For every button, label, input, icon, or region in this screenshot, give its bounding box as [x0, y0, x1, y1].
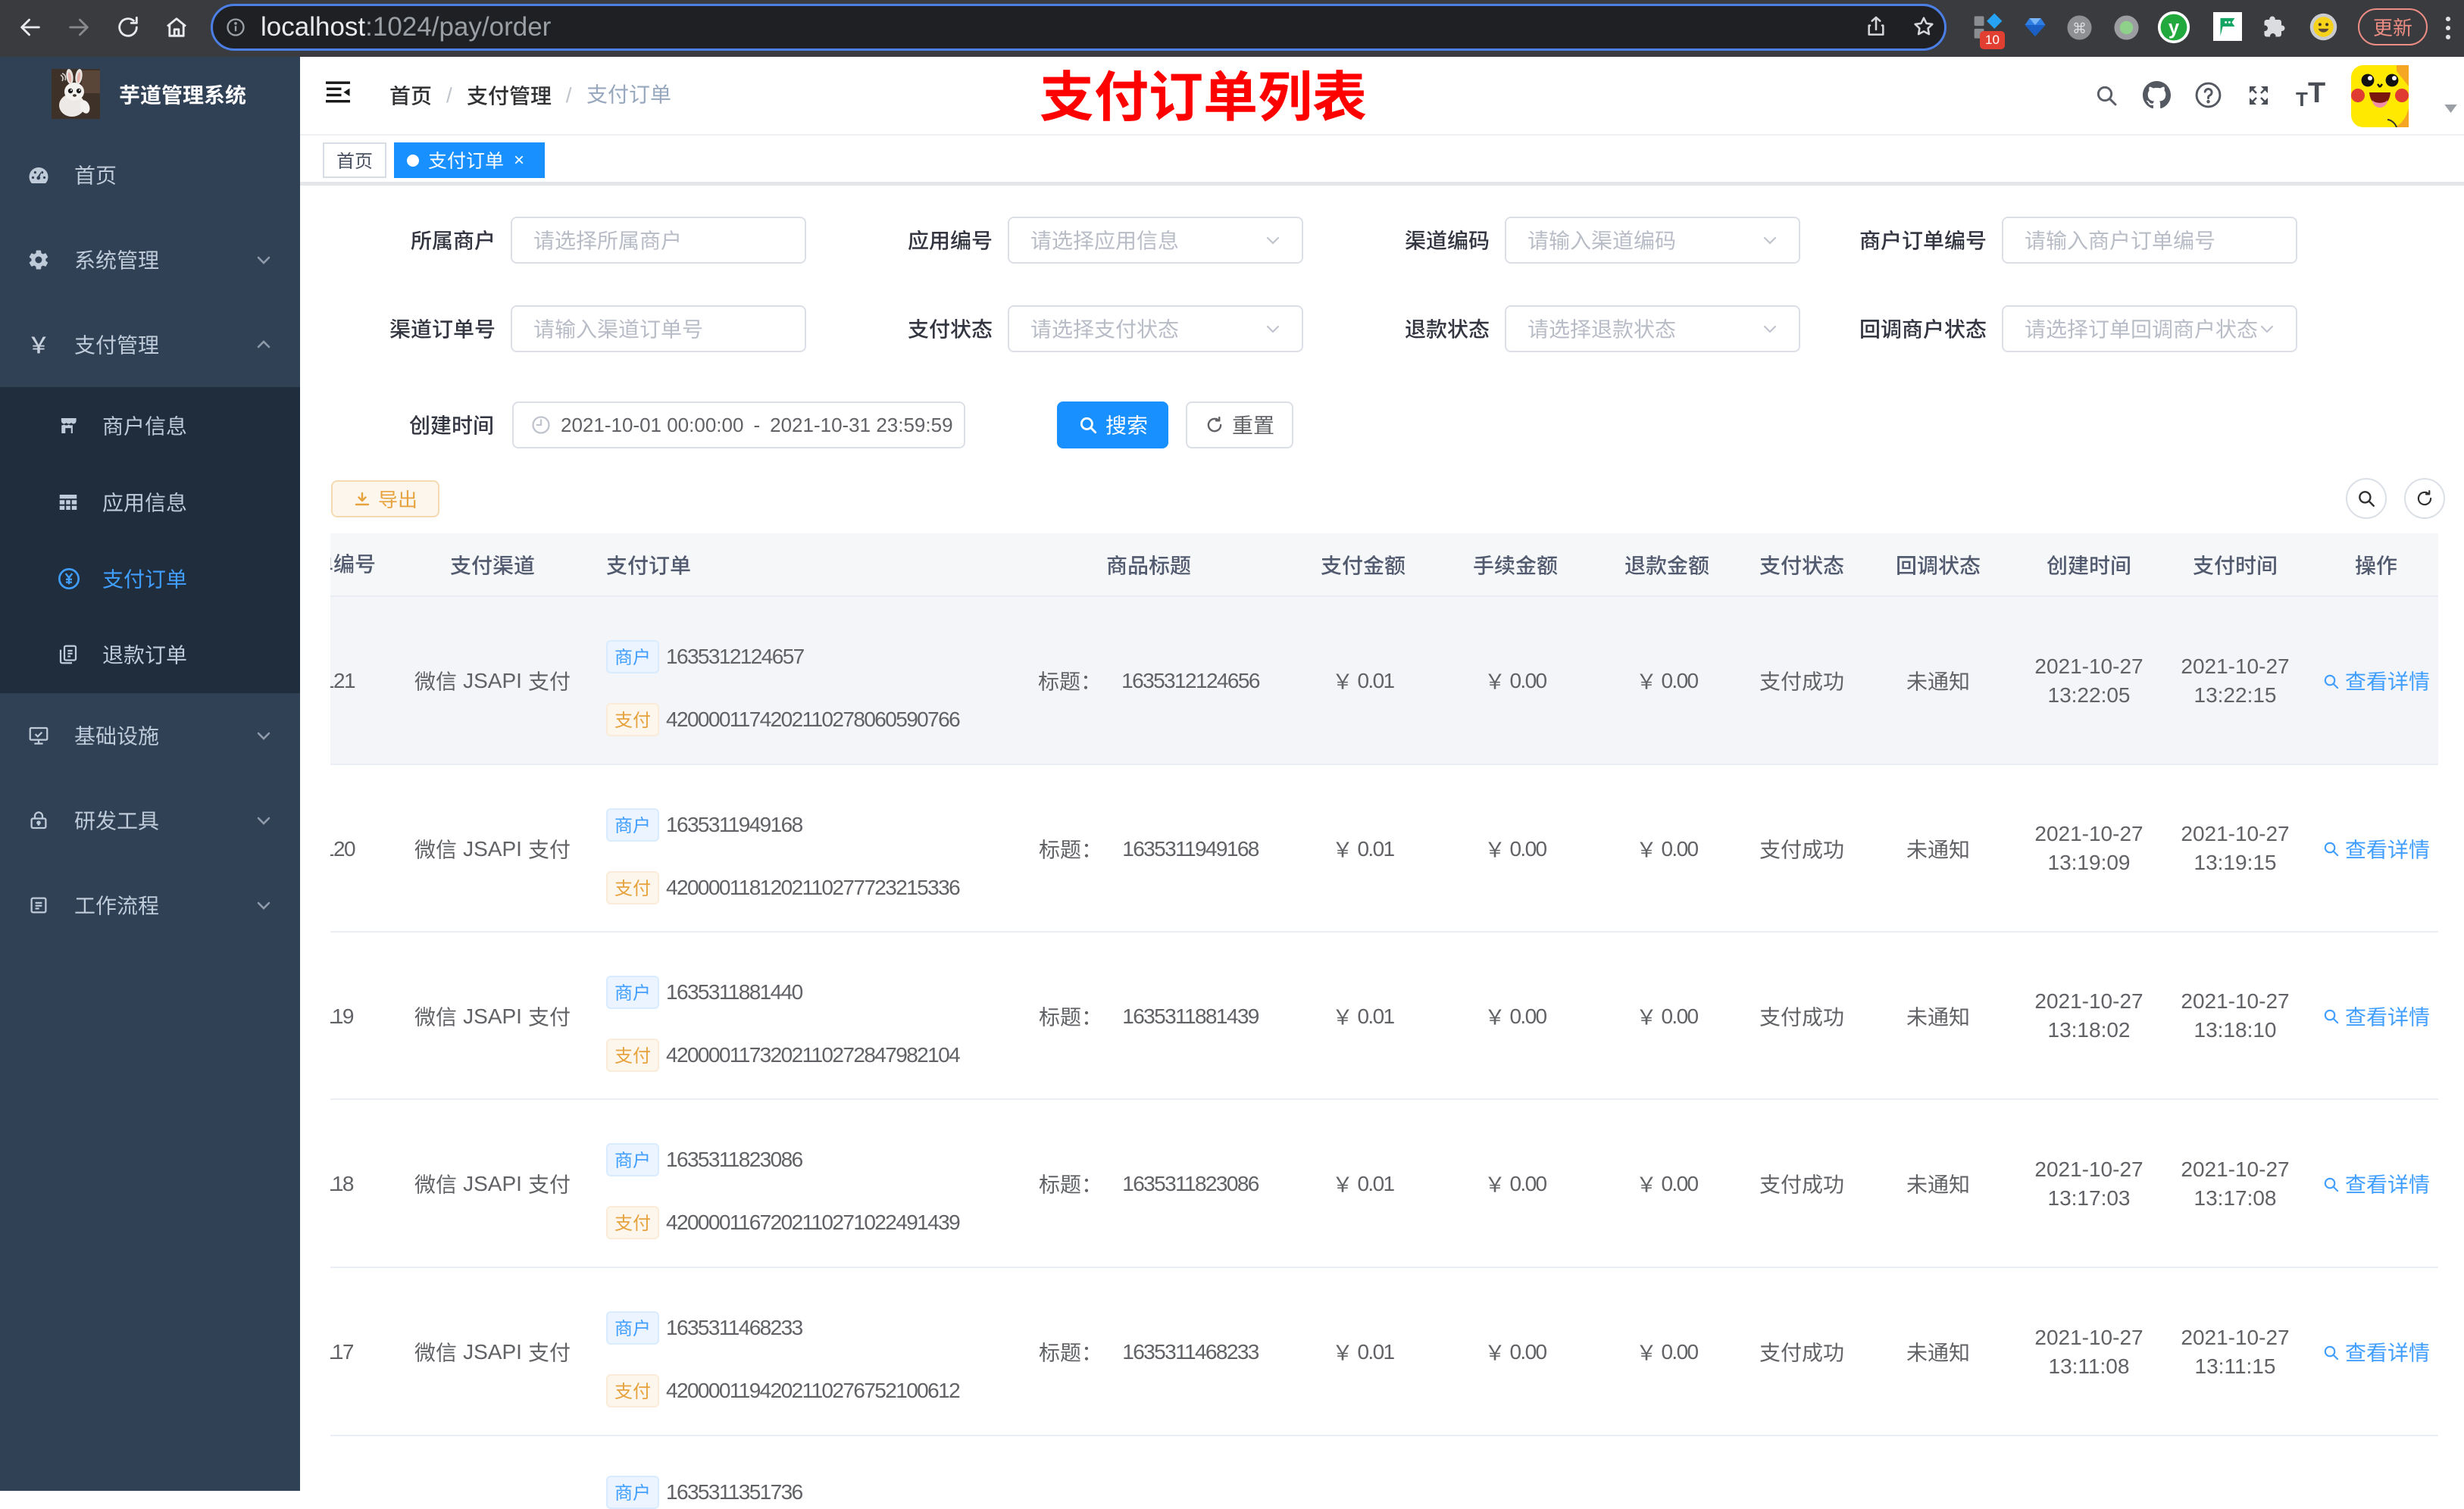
svg-text:y: y	[2169, 17, 2180, 39]
svg-text:⌘: ⌘	[2072, 21, 2087, 37]
